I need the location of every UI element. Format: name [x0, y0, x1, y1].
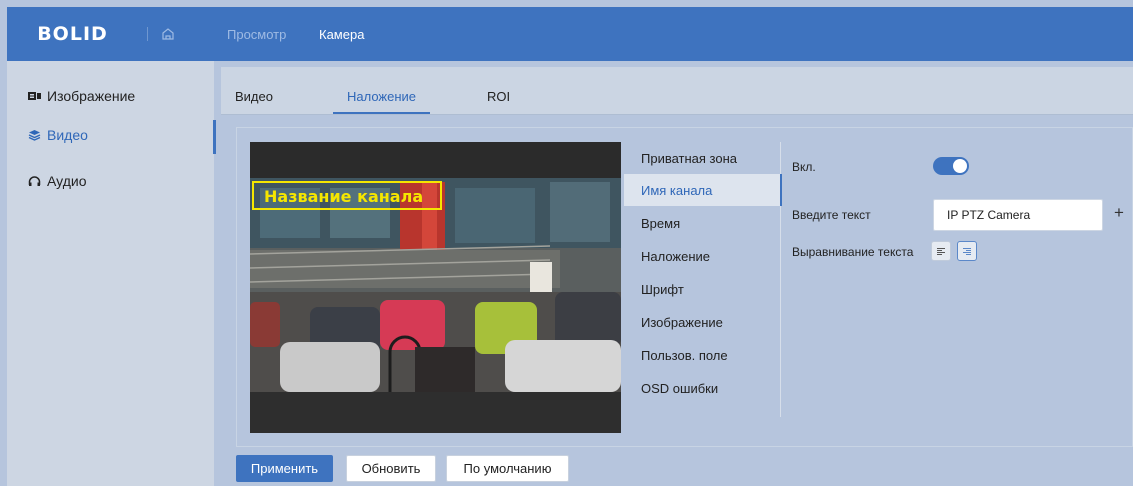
align-left-button[interactable] — [931, 241, 951, 261]
enable-label: Вкл. — [792, 160, 816, 174]
tab-roi[interactable]: ROI — [487, 89, 510, 104]
align-left-icon — [937, 247, 945, 255]
tab-video[interactable]: Видео — [235, 89, 273, 104]
sidebar-item-label: Изображение — [47, 88, 136, 104]
tab-bar: Видео Наложение ROI — [221, 67, 1133, 115]
align-right-button[interactable] — [957, 241, 977, 261]
text-label: Введите текст — [792, 208, 871, 222]
camera-snapshot: Название канала — [250, 142, 621, 433]
sidebar-item-label: Аудио — [47, 173, 87, 189]
tab-overlay[interactable]: Наложение — [347, 89, 416, 104]
headphones-icon — [27, 174, 41, 188]
overlay-content: Название канала Приватная зона Имя канал… — [236, 127, 1133, 447]
osd-channel-name: Название канала — [264, 187, 423, 206]
logo-text: BOLID — [37, 23, 108, 45]
submenu-custom-field[interactable]: Пользов. поле — [624, 339, 781, 371]
align-label: Выравнивание текста — [792, 245, 914, 259]
submenu-privacy-zone[interactable]: Приватная зона — [624, 142, 781, 174]
sidebar-item-label: Видео — [47, 127, 88, 143]
sidebar-item-video[interactable]: Видео — [7, 116, 216, 154]
sidebar-item-image[interactable]: Изображение — [7, 77, 214, 115]
enable-toggle[interactable] — [933, 157, 969, 175]
submenu-overlay[interactable]: Наложение — [624, 240, 781, 272]
refresh-button[interactable]: Обновить — [346, 455, 436, 482]
bolid-logo: BOLID — [26, 23, 119, 45]
header-divider — [147, 27, 148, 41]
overlay-submenu: Приватная зона Имя канала Время Наложени… — [624, 142, 782, 417]
channel-name-form: Вкл. Введите текст + Выравнивание текста — [792, 142, 1132, 302]
channel-name-input[interactable] — [933, 199, 1103, 231]
layers-icon — [27, 128, 41, 142]
sidebar-item-audio[interactable]: Аудио — [7, 162, 214, 200]
submenu-channel-name[interactable]: Имя канала — [624, 174, 782, 206]
sidebar: Изображение Видео Аудио — [7, 61, 216, 486]
tab-active-indicator — [333, 112, 430, 114]
video-preview[interactable]: Название канала — [250, 142, 621, 433]
main-panel: Видео Наложение ROI Название канала Прив… — [221, 67, 1133, 486]
nav-kamera[interactable]: Камера — [319, 27, 364, 42]
add-icon[interactable]: + — [1114, 203, 1124, 223]
submenu-font[interactable]: Шрифт — [624, 273, 781, 305]
default-button[interactable]: По умолчанию — [446, 455, 569, 482]
submenu-time[interactable]: Время — [624, 207, 781, 239]
submenu-image[interactable]: Изображение — [624, 306, 781, 338]
nav-prosmotr[interactable]: Просмотр — [227, 27, 286, 42]
submenu-osd-errors[interactable]: OSD ошибки — [624, 372, 781, 404]
align-right-icon — [963, 247, 971, 255]
camera-icon — [27, 89, 41, 103]
home-icon[interactable] — [160, 26, 176, 42]
top-header: BOLID Просмотр Камера — [7, 7, 1133, 61]
apply-button[interactable]: Применить — [236, 455, 333, 482]
